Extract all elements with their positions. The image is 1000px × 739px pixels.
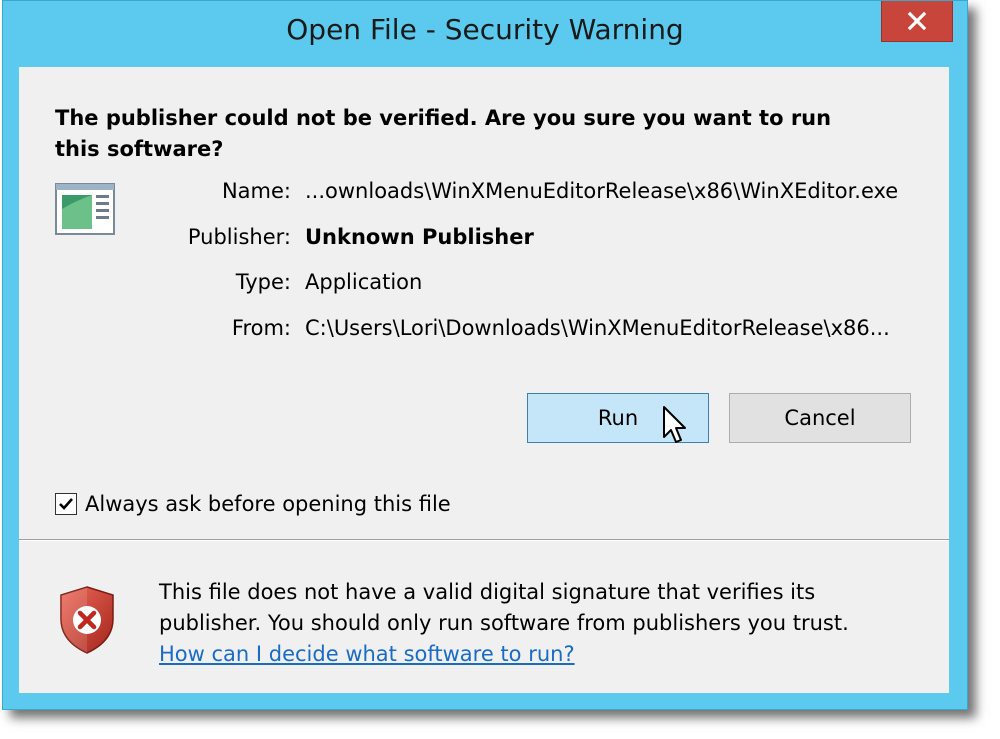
- always-ask-checkbox[interactable]: [55, 493, 77, 515]
- section-divider: [19, 539, 949, 541]
- file-name-value: ...ownloads\WinXMenuEditorRelease\x86\Wi…: [305, 179, 899, 203]
- close-button[interactable]: [881, 1, 953, 42]
- run-button-label: Run: [597, 406, 639, 430]
- application-icon: [55, 183, 115, 235]
- file-name-label: Name:: [221, 179, 291, 203]
- type-value: Application: [305, 270, 423, 294]
- help-link[interactable]: How can I decide what software to run?: [159, 639, 575, 670]
- publisher-label: Publisher:: [187, 225, 291, 249]
- security-warning-dialog: Open File - Security Warning The publish…: [2, 0, 968, 710]
- always-ask-row[interactable]: Always ask before opening this file: [55, 489, 451, 519]
- dialog-body: The publisher could not be verified. Are…: [19, 67, 949, 693]
- security-shield-error-icon: [60, 586, 114, 654]
- file-name-row: Name: ...ownloads\WinXMenuEditorRelease\…: [129, 179, 929, 209]
- verification-question: The publisher could not be verified. Are…: [55, 106, 832, 161]
- cancel-button-label: Cancel: [784, 406, 856, 430]
- signature-warning-text: This file does not have a valid digital …: [159, 580, 849, 635]
- cancel-button[interactable]: Cancel: [729, 393, 911, 443]
- always-ask-label[interactable]: Always ask before opening this file: [85, 492, 451, 516]
- mouse-pointer-icon: [663, 406, 686, 443]
- close-icon: [907, 11, 927, 31]
- checkmark-icon: [59, 498, 73, 510]
- publisher-row: Publisher: Unknown Publisher: [129, 225, 929, 255]
- type-row: Type: Application: [129, 270, 929, 300]
- from-label: From:: [231, 316, 291, 340]
- dialog-title: Open File - Security Warning: [286, 13, 684, 46]
- from-value: C:\Users\Lori\Downloads\WinXMenuEditorRe…: [305, 316, 890, 340]
- title-bar[interactable]: Open File - Security Warning: [3, 1, 967, 67]
- type-label: Type:: [235, 270, 291, 294]
- from-row: From: C:\Users\Lori\Downloads\WinXMenuEd…: [129, 316, 929, 346]
- publisher-value: Unknown Publisher: [305, 225, 534, 249]
